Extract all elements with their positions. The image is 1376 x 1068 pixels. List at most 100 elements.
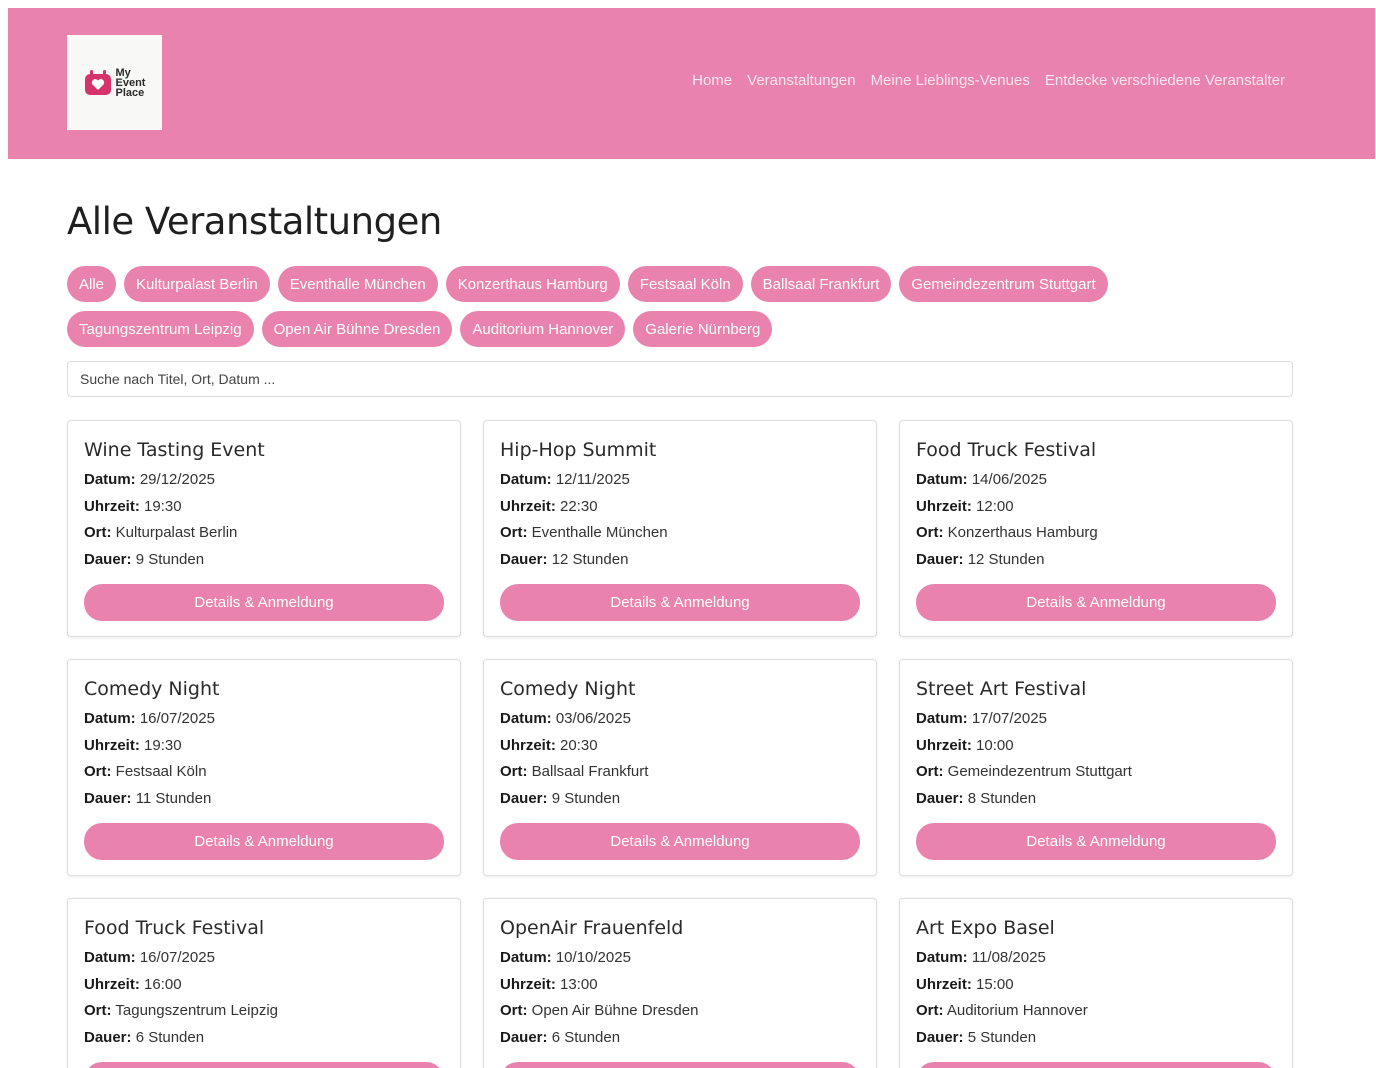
event-date-line: Datum: 11/08/2025 bbox=[916, 945, 1276, 972]
event-duration-line: Dauer: 5 Stunden bbox=[916, 1025, 1276, 1052]
filter-pill[interactable]: Galerie Nürnberg bbox=[633, 311, 773, 347]
event-duration-line: Dauer: 11 Stunden bbox=[84, 786, 444, 813]
event-place-value: Ballsaal Frankfurt bbox=[531, 763, 649, 780]
logo-inner: My Event Place bbox=[84, 67, 146, 99]
logo-text: My Event Place bbox=[115, 67, 146, 99]
details-button[interactable]: Details & Anmeldung bbox=[84, 823, 444, 860]
event-time-line: Uhrzeit: 20:30 bbox=[500, 733, 860, 760]
event-duration-label: Dauer: bbox=[916, 1028, 964, 1046]
event-time-label: Uhrzeit: bbox=[916, 736, 972, 754]
event-place-line: Ort: Ballsaal Frankfurt bbox=[500, 759, 860, 786]
event-duration-label: Dauer: bbox=[916, 550, 964, 568]
details-button[interactable]: Details & Anmeldung bbox=[916, 823, 1276, 860]
event-time-line: Uhrzeit: 13:00 bbox=[500, 972, 860, 999]
details-button[interactable]: Details & Anmeldung bbox=[84, 584, 444, 621]
filter-pill[interactable]: Eventhalle München bbox=[277, 266, 438, 302]
event-place-label: Ort: bbox=[84, 1002, 112, 1019]
event-time-label: Uhrzeit: bbox=[500, 975, 556, 993]
event-duration-label: Dauer: bbox=[84, 789, 132, 807]
event-duration-line: Dauer: 9 Stunden bbox=[84, 547, 444, 574]
event-date-label: Datum: bbox=[500, 471, 552, 488]
event-place-label: Ort: bbox=[84, 524, 112, 541]
event-time-line: Uhrzeit: 22:30 bbox=[500, 494, 860, 521]
nav-veranstaltungen[interactable]: Veranstaltungen bbox=[747, 72, 855, 89]
event-date-value: 17/07/2025 bbox=[971, 710, 1047, 727]
details-button[interactable]: Details & Anmeldung bbox=[916, 584, 1276, 621]
event-time-line: Uhrzeit: 19:30 bbox=[84, 494, 444, 521]
event-time-line: Uhrzeit: 15:00 bbox=[916, 972, 1276, 999]
event-time-value: 12:00 bbox=[976, 497, 1014, 515]
event-place-line: Ort: Konzerthaus Hamburg bbox=[916, 520, 1276, 547]
event-place-value: Festsaal Köln bbox=[115, 763, 207, 780]
details-button[interactable]: Details & Anmeldung bbox=[916, 1062, 1276, 1068]
logo[interactable]: My Event Place bbox=[67, 35, 162, 130]
event-duration-value: 6 Stunden bbox=[135, 1028, 205, 1046]
filter-pill[interactable]: Auditorium Hannover bbox=[460, 311, 626, 347]
event-time-line: Uhrzeit: 10:00 bbox=[916, 733, 1276, 760]
details-button[interactable]: Details & Anmeldung bbox=[500, 823, 860, 860]
event-duration-value: 12 Stunden bbox=[551, 550, 629, 568]
event-date-line: Datum: 14/06/2025 bbox=[916, 467, 1276, 494]
event-duration-line: Dauer: 9 Stunden bbox=[500, 786, 860, 813]
event-date-label: Datum: bbox=[500, 710, 552, 727]
event-time-value: 15:00 bbox=[976, 975, 1014, 993]
event-time-label: Uhrzeit: bbox=[916, 975, 972, 993]
event-date-value: 10/10/2025 bbox=[555, 949, 631, 966]
logo-text-line: Place bbox=[115, 86, 145, 99]
calendar-heart-icon bbox=[84, 69, 111, 95]
site-header: My Event Place Home Veranstaltungen Mein… bbox=[8, 8, 1375, 159]
event-date-value: 11/08/2025 bbox=[971, 949, 1046, 966]
event-duration-value: 8 Stunden bbox=[967, 789, 1037, 807]
event-place-label: Ort: bbox=[916, 524, 944, 541]
search-input[interactable] bbox=[67, 361, 1293, 397]
filter-pill[interactable]: Open Air Bühne Dresden bbox=[261, 311, 453, 347]
event-date-value: 14/06/2025 bbox=[971, 471, 1047, 488]
nav-home[interactable]: Home bbox=[692, 72, 732, 89]
event-card: Street Art Festival Datum: 17/07/2025 Uhrz… bbox=[899, 659, 1293, 876]
event-duration-label: Dauer: bbox=[500, 550, 548, 568]
nav-lieblings-venues[interactable]: Meine Lieblings-Venues bbox=[871, 72, 1030, 89]
event-place-label: Ort: bbox=[84, 763, 112, 780]
event-date-value: 16/07/2025 bbox=[139, 710, 215, 727]
event-duration-value: 5 Stunden bbox=[967, 1028, 1037, 1046]
event-title: Wine Tasting Event bbox=[84, 439, 265, 461]
event-date-label: Datum: bbox=[500, 949, 552, 966]
filter-pill[interactable]: Gemeindezentrum Stuttgart bbox=[899, 266, 1108, 302]
event-time-value: 13:00 bbox=[560, 975, 598, 993]
nav-veranstalter[interactable]: Entdecke verschiedene Veranstalter bbox=[1045, 72, 1285, 89]
filter-pill[interactable]: Alle bbox=[67, 266, 117, 302]
event-title: Street Art Festival bbox=[916, 678, 1087, 700]
event-place-line: Ort: Gemeindezentrum Stuttgart bbox=[916, 759, 1276, 786]
event-place-line: Ort: Open Air Bühne Dresden bbox=[500, 998, 860, 1025]
event-date-line: Datum: 10/10/2025 bbox=[500, 945, 860, 972]
filter-pill[interactable]: Ballsaal Frankfurt bbox=[750, 266, 892, 302]
event-place-line: Ort: Kulturpalast Berlin bbox=[84, 520, 444, 547]
details-button[interactable]: Details & Anmeldung bbox=[500, 1062, 860, 1068]
event-date-value: 16/07/2025 bbox=[139, 949, 215, 966]
details-button[interactable]: Details & Anmeldung bbox=[84, 1062, 444, 1068]
event-date-line: Datum: 17/07/2025 bbox=[916, 706, 1276, 733]
event-duration-value: 9 Stunden bbox=[551, 789, 621, 807]
event-title: Comedy Night bbox=[84, 678, 220, 700]
details-button[interactable]: Details & Anmeldung bbox=[500, 584, 860, 621]
event-card: Hip-Hop Summit Datum: 12/11/2025 Uhrzeit: … bbox=[483, 420, 877, 637]
event-place-value: Kulturpalast Berlin bbox=[115, 524, 238, 541]
event-date-label: Datum: bbox=[916, 710, 968, 727]
venue-filters: Alle Kulturpalast Berlin Eventhalle Münche… bbox=[67, 266, 1167, 356]
event-duration-label: Dauer: bbox=[500, 1028, 548, 1046]
event-card: Food Truck Festival Datum: 16/07/2025 Uhrz… bbox=[67, 898, 461, 1068]
event-card: Food Truck Festival Datum: 14/06/2025 Uhrz… bbox=[899, 420, 1293, 637]
filter-pill[interactable]: Festsaal Köln bbox=[627, 266, 743, 302]
event-duration-line: Dauer: 12 Stunden bbox=[500, 547, 860, 574]
event-date-label: Datum: bbox=[916, 471, 968, 488]
event-time-line: Uhrzeit: 19:30 bbox=[84, 733, 444, 760]
event-place-value: Auditorium Hannover bbox=[946, 1002, 1088, 1019]
event-time-label: Uhrzeit: bbox=[84, 736, 140, 754]
event-duration-label: Dauer: bbox=[84, 1028, 132, 1046]
event-place-label: Ort: bbox=[500, 763, 528, 780]
filter-pill[interactable]: Konzerthaus Hamburg bbox=[445, 266, 620, 302]
event-time-label: Uhrzeit: bbox=[500, 497, 556, 515]
event-place-line: Ort: Tagungszentrum Leipzig bbox=[84, 998, 444, 1025]
filter-pill[interactable]: Tagungszentrum Leipzig bbox=[67, 311, 254, 347]
filter-pill[interactable]: Kulturpalast Berlin bbox=[124, 266, 270, 302]
